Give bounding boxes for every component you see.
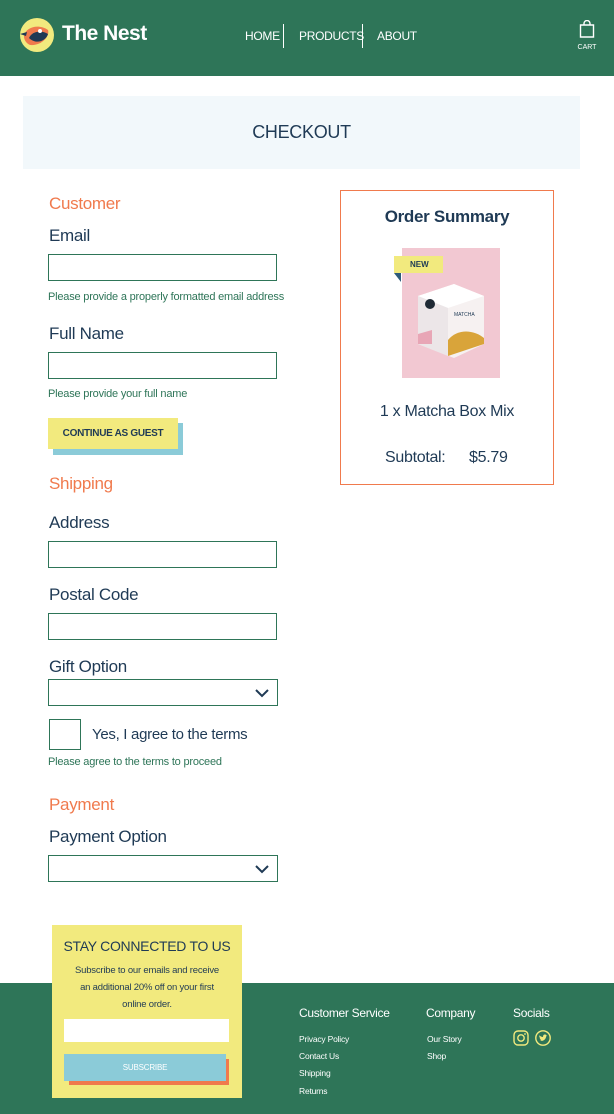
agree-terms-checkbox[interactable] [49, 719, 81, 750]
product-box-text: MATCHA [454, 312, 475, 318]
postal-code-field[interactable] [48, 613, 277, 640]
continue-as-guest-wrapper: CONTINUE AS GUEST [48, 418, 183, 455]
payment-option-label: Payment Option [49, 827, 167, 846]
order-summary-card: Order Summary MATCHA NEW 1 x Matcha Box … [340, 190, 554, 485]
address-field[interactable] [48, 541, 277, 568]
address-label: Address [49, 513, 110, 532]
full-name-label: Full Name [49, 324, 124, 343]
shopping-bag-icon [579, 19, 595, 38]
bird-logo-icon[interactable] [18, 18, 56, 52]
nav-products-link[interactable]: PRODUCTS [299, 29, 364, 43]
footer-link-privacy-policy[interactable]: Privacy Policy [299, 1034, 349, 1044]
subtotal-value: $5.79 [469, 449, 508, 466]
payment-option-select[interactable] [48, 855, 278, 882]
chevron-down-icon [255, 865, 269, 874]
page-title: CHECKOUT [252, 122, 351, 142]
nav-divider [362, 24, 363, 48]
newsletter-title: STAY CONNECTED TO US [63, 938, 231, 954]
email-field[interactable] [48, 254, 277, 281]
subtotal-label: Subtotal: [385, 449, 446, 466]
footer-company-title: Company [426, 1006, 476, 1020]
payment-section-title: Payment [49, 795, 114, 814]
footer-socials-title: Socials [513, 1006, 550, 1020]
site-header: The Nest HOME PRODUCTS ABOUT CART [0, 0, 614, 76]
cart-button[interactable]: CART [576, 19, 598, 51]
customer-section-title: Customer [49, 194, 121, 213]
full-name-field[interactable] [48, 352, 277, 379]
cart-label: CART [577, 44, 597, 51]
email-label: Email [49, 226, 91, 245]
subscribe-button[interactable]: SUBSCRIBE [64, 1054, 226, 1081]
chevron-down-icon [255, 689, 269, 698]
order-summary-title: Order Summary [384, 207, 510, 226]
twitter-icon[interactable] [535, 1030, 551, 1046]
footer-link-shop[interactable]: Shop [427, 1051, 446, 1061]
agree-terms-label: Yes, I agree to the terms [92, 726, 248, 743]
postal-code-label: Postal Code [49, 585, 139, 604]
newsletter-email-input[interactable] [64, 1019, 229, 1042]
order-item: 1 x Matcha Box Mix [379, 403, 515, 420]
newsletter-card: STAY CONNECTED TO US Subscribe to our em… [52, 925, 242, 1098]
footer-link-contact-us[interactable]: Contact Us [299, 1051, 339, 1061]
footer-link-shipping[interactable]: Shipping [299, 1068, 331, 1078]
instagram-icon[interactable] [513, 1030, 529, 1046]
gift-option-select[interactable] [48, 679, 278, 706]
continue-as-guest-button[interactable]: CONTINUE AS GUEST [48, 418, 178, 449]
gift-option-label: Gift Option [49, 657, 127, 676]
badge-fold [394, 273, 401, 282]
nav-about-link[interactable]: ABOUT [377, 29, 417, 43]
newsletter-text: Subscribe to our emails and receive an a… [74, 965, 220, 1010]
footer-link-returns[interactable]: Returns [299, 1086, 328, 1096]
nav-home-link[interactable]: HOME [245, 29, 280, 43]
shipping-section-title: Shipping [49, 474, 113, 493]
nav-divider [283, 24, 284, 48]
nav-about-item[interactable]: ABOUT [377, 24, 417, 48]
email-hint: Please provide a properly formatted emai… [48, 291, 284, 303]
footer-customer-service-title: Customer Service [299, 1006, 390, 1020]
footer-link-our-story[interactable]: Our Story [427, 1034, 462, 1044]
new-badge: NEW [394, 256, 443, 273]
checkout-banner: CHECKOUT [23, 96, 580, 169]
brand-name[interactable]: The Nest [62, 22, 147, 46]
agree-terms-hint: Please agree to the terms to proceed [48, 756, 222, 768]
nav-products-item[interactable]: PRODUCTS [299, 24, 364, 48]
nav-home-item[interactable]: HOME [245, 24, 280, 48]
full-name-hint: Please provide your full name [48, 388, 188, 400]
